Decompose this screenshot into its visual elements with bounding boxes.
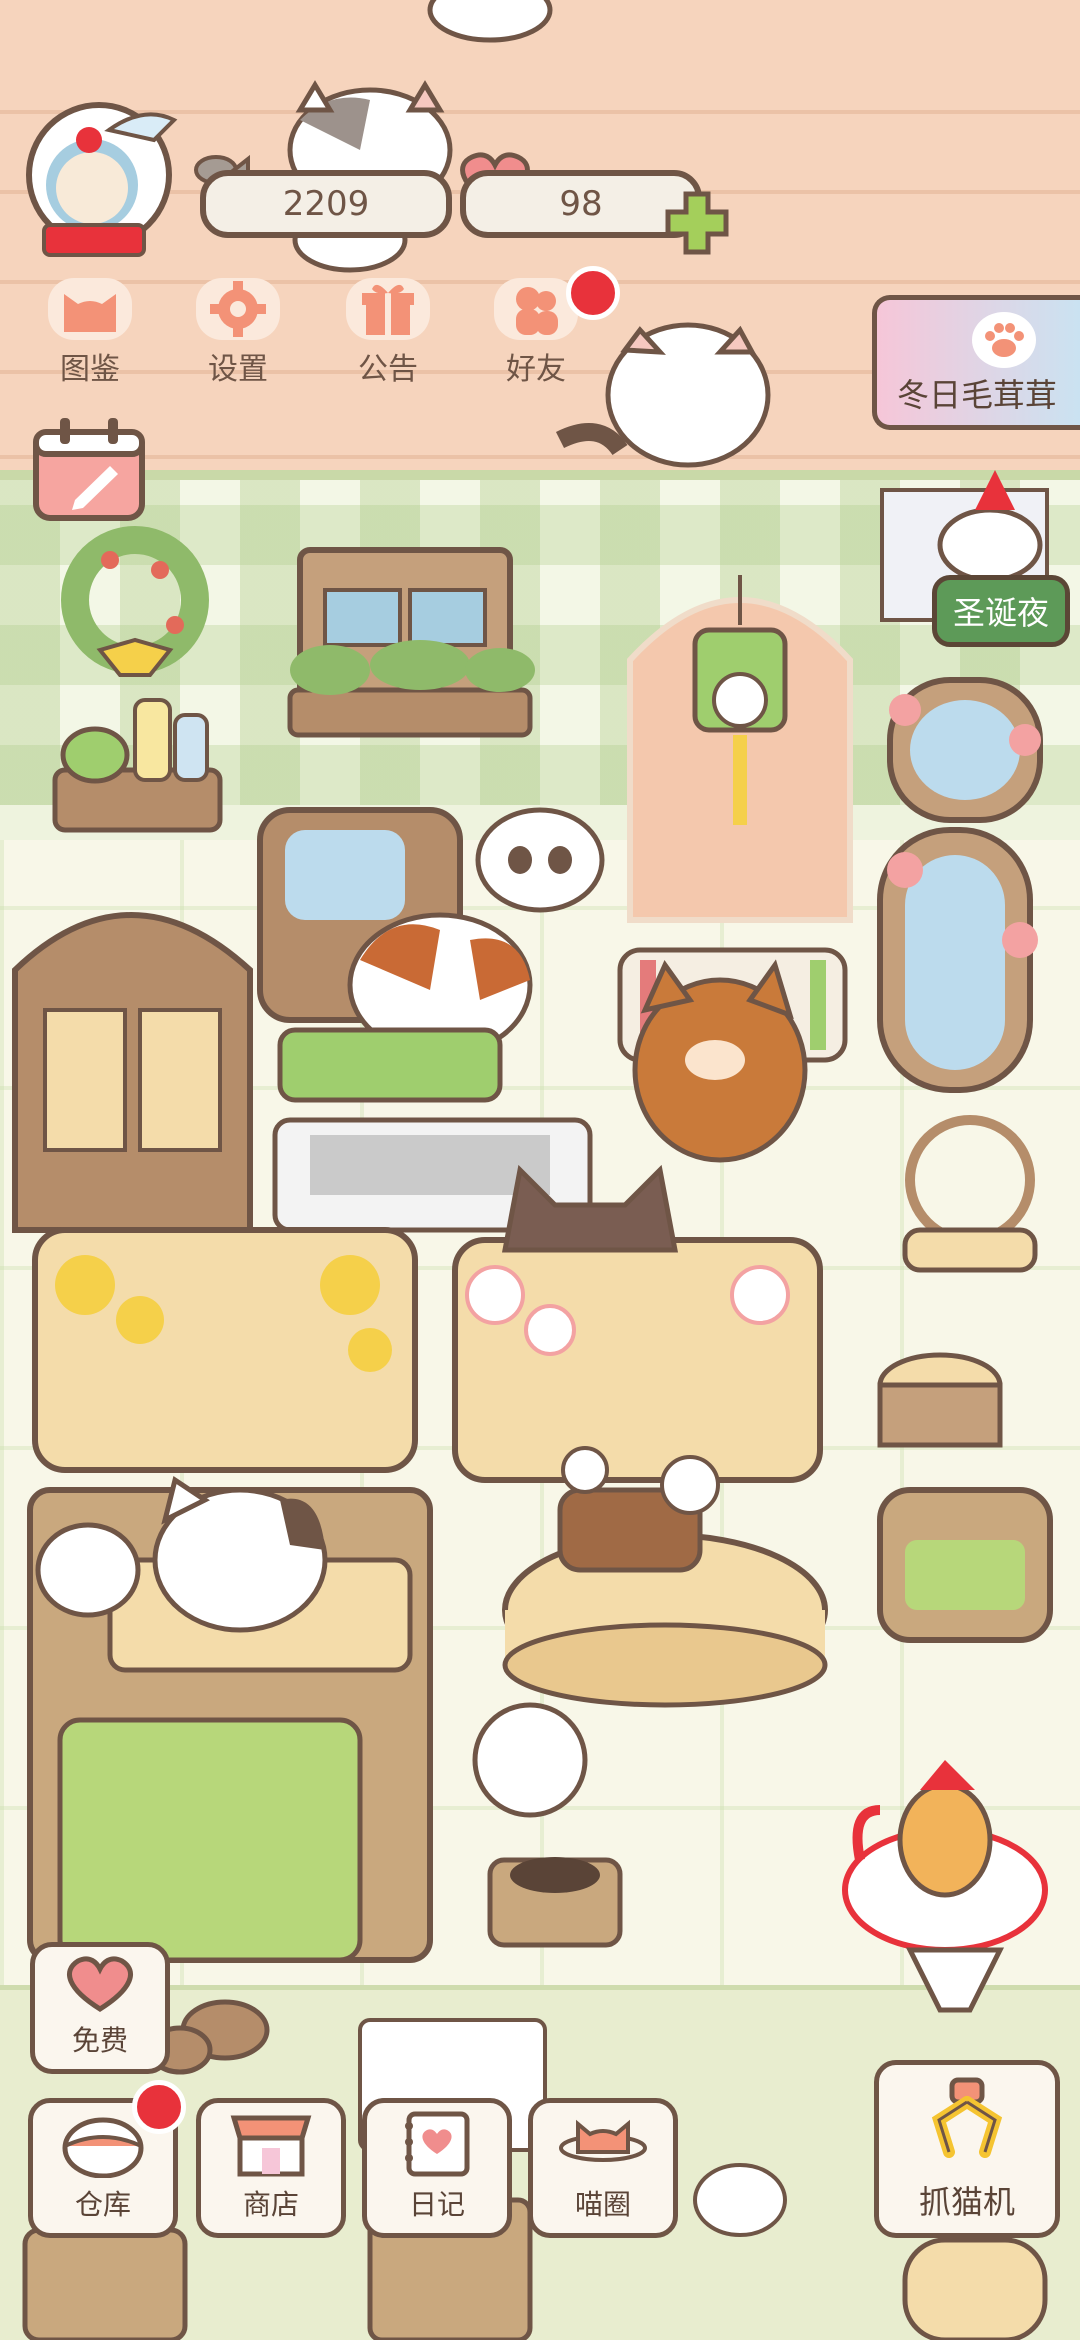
- diary-icon: [405, 2111, 470, 2177]
- bottom-label-diary: 日记: [408, 2188, 465, 2221]
- bottom-button-diary[interactable]: 日记: [362, 2098, 512, 2238]
- event-banner-label: 冬日毛茸茸: [897, 376, 1058, 414]
- friends-notification-badge: [566, 266, 620, 320]
- free-button[interactable]: 免费: [30, 1942, 170, 2074]
- yellow-flower-loveseat: [32, 1227, 418, 1473]
- claw-machine-button[interactable]: 抓猫机: [874, 2060, 1060, 2238]
- claw-machine-label: 抓猫机: [918, 2183, 1015, 2221]
- warehouse-icon: [62, 2117, 144, 2178]
- free-button-label: 免费: [71, 2024, 128, 2057]
- cat-planet-icon: [559, 2119, 647, 2162]
- event-banner-winter[interactable]: 冬日毛茸茸: [872, 295, 1080, 430]
- window-planter: [287, 547, 535, 738]
- frog-shelf: [52, 698, 223, 833]
- calendar-checkin-button[interactable]: [30, 412, 150, 524]
- bottom-label-warehouse: 仓库: [74, 2188, 131, 2221]
- claw-icon: [931, 2077, 1003, 2158]
- heart-count: 98: [559, 184, 603, 224]
- add-hearts-button[interactable]: [662, 188, 732, 258]
- round-mirror: [887, 677, 1043, 823]
- event-tag-label: 圣诞夜: [952, 594, 1049, 632]
- friends-icon: [494, 278, 578, 340]
- standing-mirror: [877, 827, 1038, 1093]
- bottom-label-cat-circle: 喵圈: [574, 2188, 631, 2221]
- gramophone: [472, 1702, 623, 1948]
- gift-icon: [346, 278, 430, 340]
- bottom-button-cat-circle[interactable]: 喵圈: [528, 2098, 678, 2238]
- shop-icon: [230, 2115, 312, 2177]
- player-avatar[interactable]: [14, 100, 184, 260]
- menu-button-catalog[interactable]: 图鉴: [30, 278, 150, 388]
- menu-button-announcements[interactable]: 公告: [328, 278, 448, 388]
- christmas-eve-tag[interactable]: 圣诞夜: [932, 575, 1070, 647]
- tree-stump: [877, 1352, 1003, 1448]
- menu-label-friends: 好友: [506, 352, 566, 387]
- fish-count: 2209: [282, 184, 370, 224]
- christmas-wreath: [61, 526, 209, 677]
- christmas-cake-table: [502, 1446, 828, 1708]
- menu-label-catalog: 图鉴: [60, 352, 120, 387]
- menu-label-announcements: 公告: [358, 352, 418, 387]
- warehouse-notification-badge: [132, 2080, 186, 2134]
- tabby-cat: [632, 959, 808, 1163]
- bottom-label-shop: 商店: [242, 2188, 299, 2221]
- lamp-table: [35, 1522, 141, 1618]
- rattan-chair: [902, 1115, 1038, 1273]
- wardrobe: [12, 912, 253, 1233]
- pink-flower-loveseat: [452, 1237, 823, 1483]
- gear-icon: [196, 278, 280, 340]
- cat-top-edge: [427, 0, 553, 43]
- heart-icon: [66, 1956, 134, 2012]
- cat-face-icon: [48, 278, 132, 340]
- paw-icon: [972, 312, 1036, 368]
- gingerbread-bowl: [842, 1760, 1048, 1953]
- menu-label-settings: 设置: [208, 352, 268, 387]
- rocking-chair: [877, 1487, 1053, 1643]
- bottom-button-shop[interactable]: 商店: [196, 2098, 346, 2238]
- fish-currency-counter: 2209: [200, 170, 452, 238]
- panda-basket: [475, 807, 605, 913]
- crocodile-rug: [277, 1027, 503, 1103]
- white-cat-on-bed: [152, 1475, 328, 1633]
- menu-button-settings[interactable]: 设置: [178, 278, 298, 388]
- arched-door: [627, 575, 853, 923]
